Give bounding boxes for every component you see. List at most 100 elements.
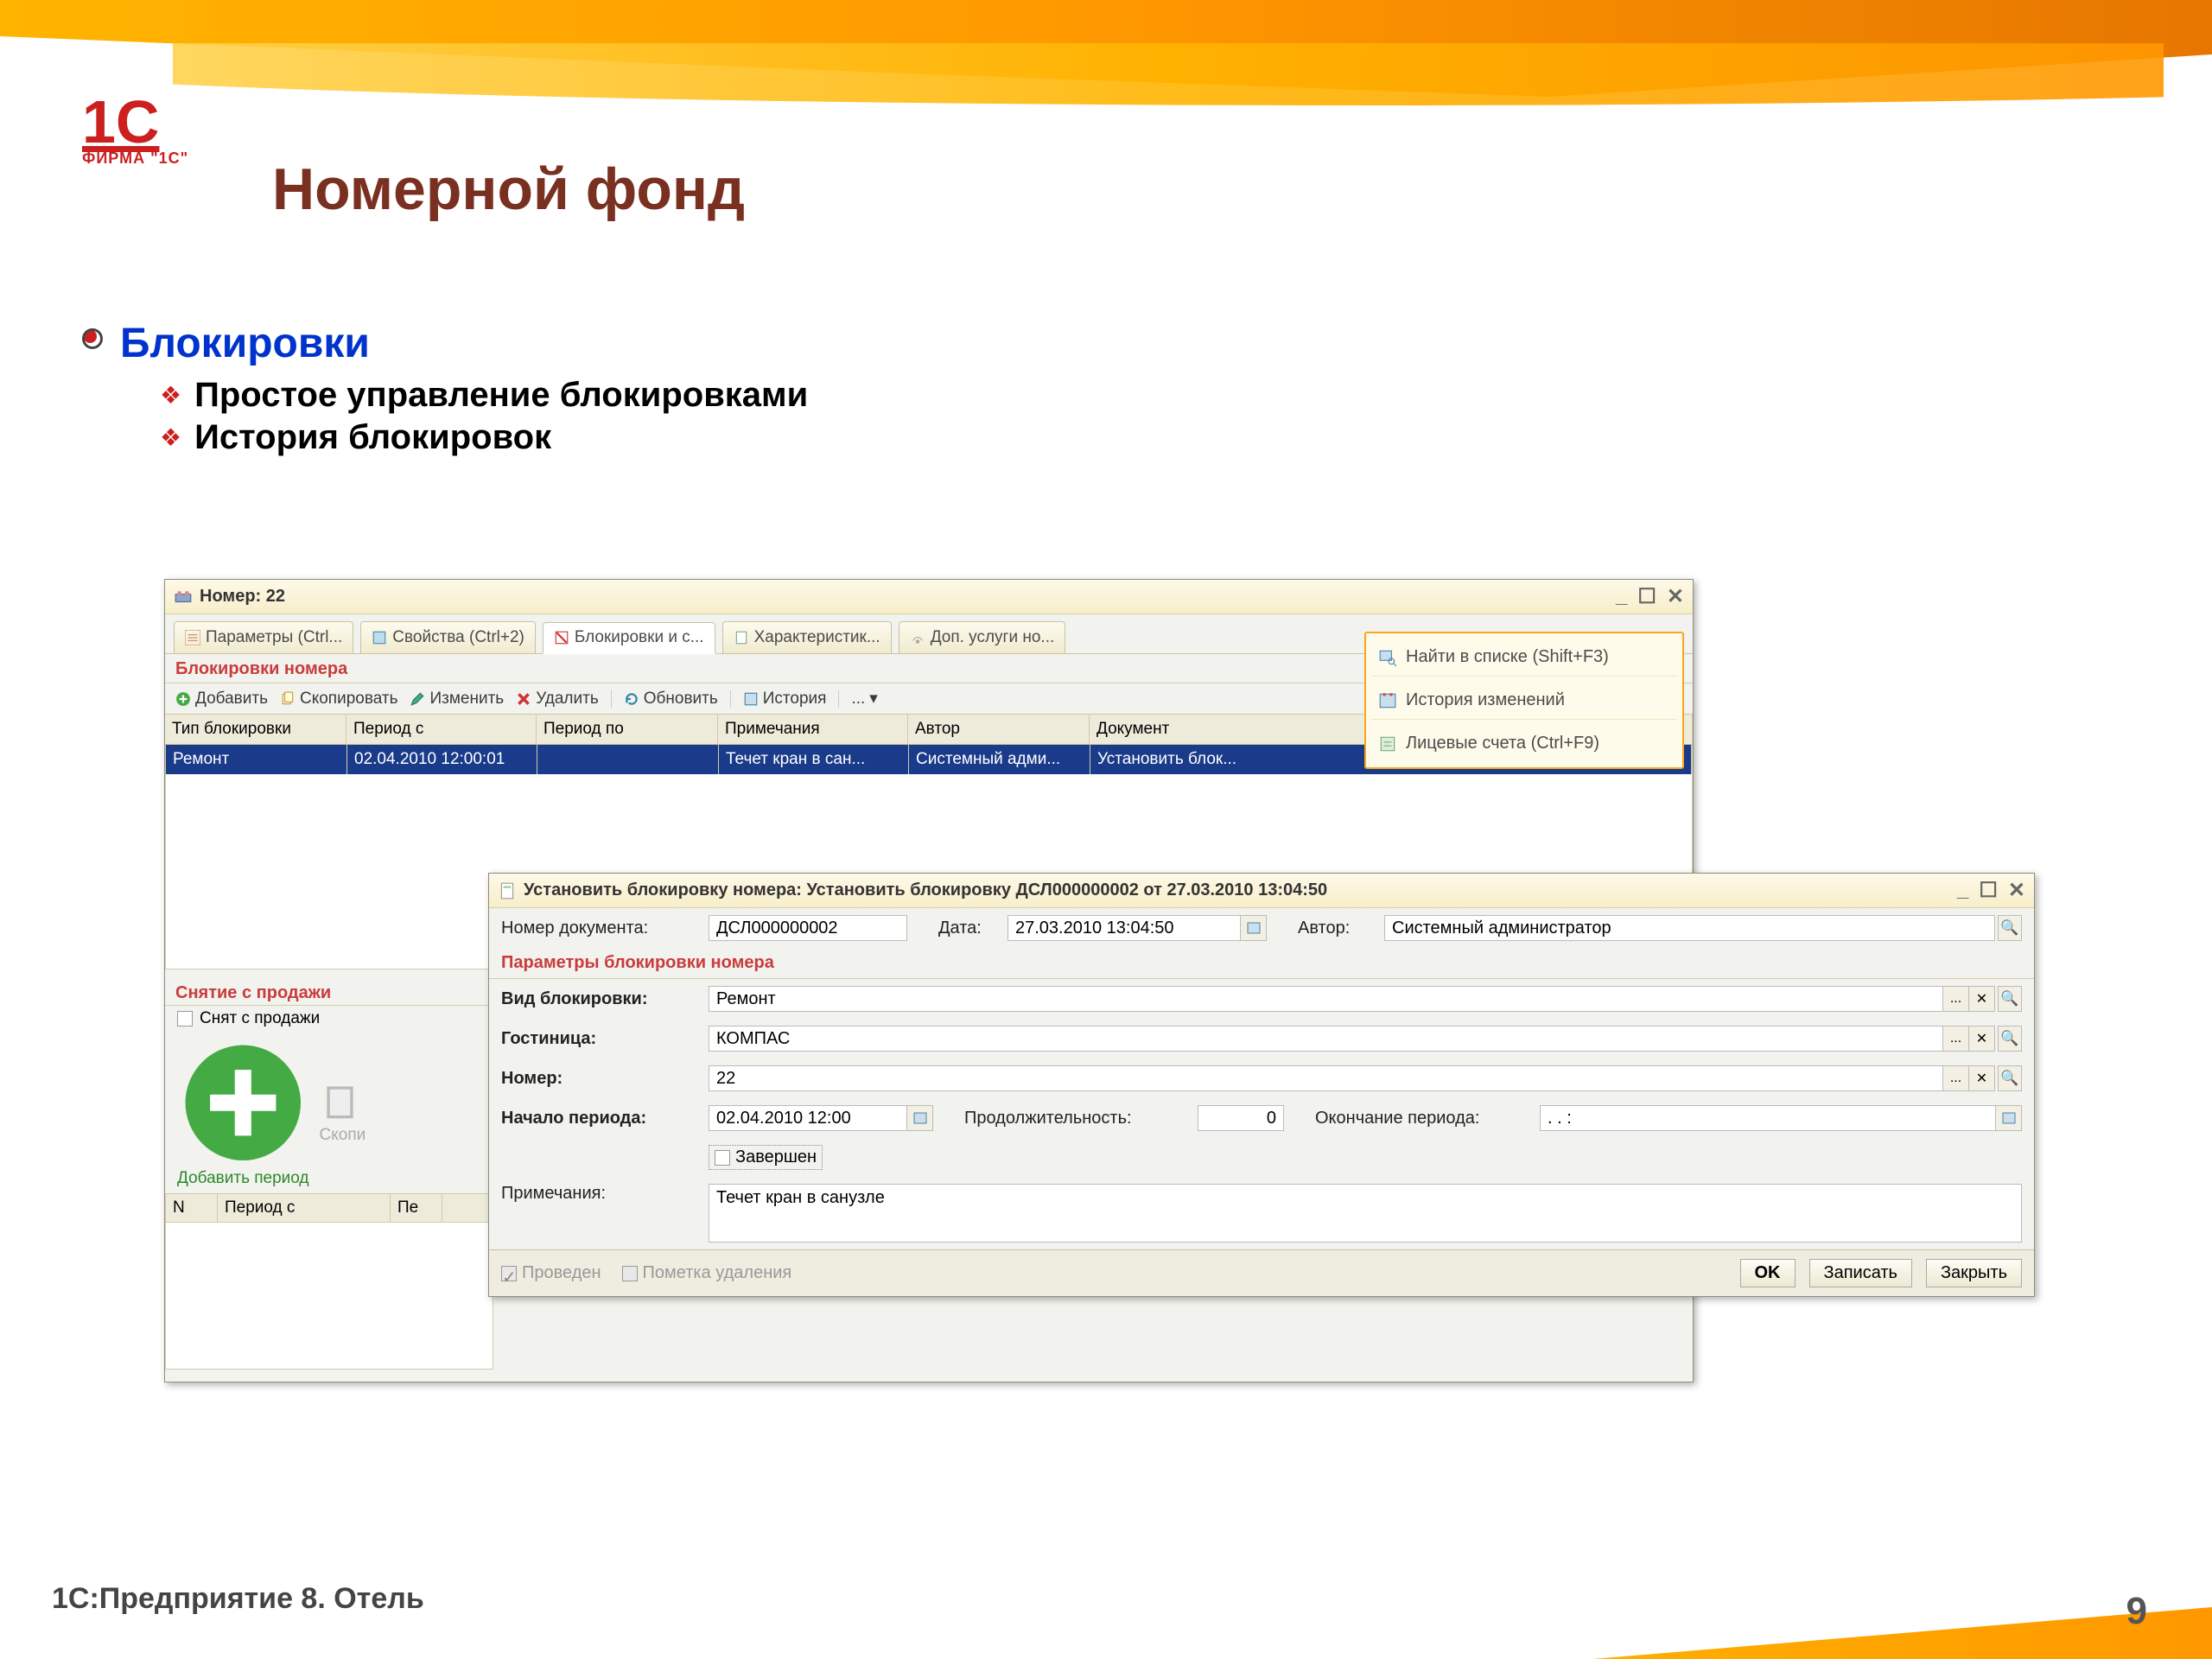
logo-main: 1С <box>82 95 188 149</box>
window-set-block: Установить блокировку номера: Установить… <box>488 873 2035 1297</box>
col-type[interactable]: Тип блокировки <box>165 715 346 744</box>
copy-icon <box>320 1079 366 1126</box>
off-sale-checkbox[interactable] <box>177 1011 193 1027</box>
lookup-button[interactable]: 🔍 <box>1998 1065 2022 1091</box>
page-number: 9 <box>2126 1590 2147 1633</box>
col-notes[interactable]: Примечания <box>718 715 908 744</box>
decor-swoosh-bottom <box>1438 1573 2212 1659</box>
titlebar[interactable]: Номер: 22 _ ☐ ✕ <box>165 580 1693 614</box>
calendar-button[interactable] <box>1241 915 1267 941</box>
notes-label: Примечания: <box>501 1184 700 1204</box>
edit-button[interactable]: Изменить <box>410 690 504 709</box>
col-n[interactable]: N <box>166 1194 218 1222</box>
logo: 1С ФИРМА "1С" <box>82 95 188 168</box>
bullet-l1-text: Блокировки <box>120 320 370 367</box>
col-from[interactable]: Период с <box>218 1194 391 1222</box>
bullet-l1: Блокировки <box>82 320 808 367</box>
tab-char[interactable]: Характеристик... <box>722 621 892 653</box>
row-docnum: Номер документа: ДСЛ000000002 Дата: 27.0… <box>489 908 2034 948</box>
room-icon <box>174 588 193 607</box>
maximize-button[interactable]: ☐ <box>1637 584 1656 609</box>
start-field[interactable]: 02.04.2010 12:00 <box>709 1105 907 1131</box>
close-button[interactable]: ✕ <box>1667 584 1684 609</box>
row-room: Номер: 22...✕🔍 <box>489 1058 2034 1098</box>
tab-props[interactable]: Свойства (Ctrl+2) <box>360 621 536 653</box>
tab-blocks[interactable]: Блокировки и с... <box>543 622 715 654</box>
col-from[interactable]: Период с <box>346 715 537 744</box>
minimize-button[interactable]: _ <box>1957 878 1968 903</box>
clear-button[interactable]: ✕ <box>1969 986 1995 1012</box>
calendar-button[interactable] <box>1996 1105 2022 1131</box>
posted-checkbox-group: ✓ Проведен <box>501 1263 601 1283</box>
clear-button[interactable]: ✕ <box>1969 1065 1995 1091</box>
off-sale-row: Снят с продажи <box>165 1006 493 1032</box>
author-label: Автор: <box>1298 918 1376 938</box>
minimize-button[interactable]: _ <box>1616 584 1627 609</box>
docnum-label: Номер документа: <box>501 918 700 938</box>
select-button[interactable]: ... <box>1943 1065 1969 1091</box>
section-params: Параметры блокировки номера <box>489 948 2034 978</box>
copy-period-button[interactable]: Скопи <box>320 1079 366 1145</box>
dur-field[interactable]: 0 <box>1198 1105 1284 1131</box>
docnum-field[interactable]: ДСЛ000000002 <box>709 915 907 941</box>
small-grid-header: N Период с Пе <box>165 1193 493 1223</box>
date-field[interactable]: 27.03.2010 13:04:50 <box>1007 915 1241 941</box>
decor-swoosh-top2 <box>173 43 2164 147</box>
delete-button[interactable]: Удалить <box>516 690 599 709</box>
posted-label: Проведен <box>522 1263 601 1283</box>
row-done: Завершен <box>489 1138 2034 1177</box>
col-to[interactable]: Пе <box>391 1194 442 1222</box>
titlebar[interactable]: Установить блокировку номера: Установить… <box>489 874 2034 908</box>
end-field[interactable]: . . : <box>1540 1105 1996 1131</box>
calendar-icon <box>1247 921 1261 935</box>
maximize-button[interactable]: ☐ <box>1979 878 1998 903</box>
lookup-button[interactable]: 🔍 <box>1998 986 2022 1012</box>
lookup-button[interactable]: 🔍 <box>1998 1026 2022 1052</box>
close-button[interactable]: Закрыть <box>1926 1259 2022 1287</box>
add-button[interactable]: Добавить <box>175 690 268 709</box>
col-author[interactable]: Автор <box>908 715 1090 744</box>
side-panel: Найти в списке (Shift+F3) История измене… <box>1364 632 1684 769</box>
dur-label: Продолжительность: <box>964 1109 1189 1128</box>
tab-params[interactable]: Параметры (Ctrl... <box>174 621 353 653</box>
history-icon <box>743 691 759 707</box>
history-button[interactable]: История <box>743 690 827 709</box>
hotel-label: Гостиница: <box>501 1029 700 1049</box>
save-button[interactable]: Записать <box>1809 1259 1912 1287</box>
add-period-button[interactable]: Добавить период <box>177 1037 309 1188</box>
author-field[interactable]: Системный администратор <box>1384 915 1995 941</box>
room-field[interactable]: 22 <box>709 1065 1943 1091</box>
refresh-button[interactable]: Обновить <box>624 690 718 709</box>
calendar-icon <box>913 1111 927 1125</box>
calendar-button[interactable] <box>907 1105 933 1131</box>
end-label: Окончание периода: <box>1315 1109 1531 1128</box>
copy-button[interactable]: Скопировать <box>280 690 397 709</box>
done-checkbox[interactable] <box>715 1150 730 1166</box>
small-toolbar: Добавить период Скопи <box>165 1032 493 1193</box>
select-button[interactable]: ... <box>1943 1026 1969 1052</box>
bullet-icon <box>82 328 103 349</box>
type-field[interactable]: Ремонт <box>709 986 1943 1012</box>
select-button[interactable]: ... <box>1943 986 1969 1012</box>
date-label: Дата: <box>938 918 999 938</box>
accounts-link[interactable]: Лицевые счета (Ctrl+F9) <box>1371 725 1677 762</box>
notes-field[interactable]: Течет кран в санузле <box>709 1184 2022 1243</box>
row-notes: Примечания: Течет кран в санузле <box>489 1177 2034 1249</box>
lookup-button[interactable]: 🔍 <box>1998 915 2022 941</box>
ok-button[interactable]: OK <box>1740 1259 1796 1287</box>
history-link[interactable]: История изменений <box>1371 682 1677 720</box>
hotel-field[interactable]: КОМПАС <box>709 1026 1943 1052</box>
col-to[interactable]: Период по <box>537 715 718 744</box>
clear-button[interactable]: ✕ <box>1969 1026 1995 1052</box>
slide: 1С ФИРМА "1С" Номерной фонд Блокировки ❖… <box>0 0 2212 1659</box>
row-type: Вид блокировки: Ремонт...✕🔍 <box>489 979 2034 1019</box>
close-button[interactable]: ✕ <box>2008 878 2025 903</box>
small-grid-body[interactable] <box>165 1223 493 1370</box>
more-button[interactable]: ... ▾ <box>851 689 877 709</box>
footer-bar: ✓ Проведен Пометка удаления OK Записать … <box>489 1249 2034 1296</box>
done-checkbox-group[interactable]: Завершен <box>709 1145 823 1170</box>
tab-services[interactable]: Доп. услуги но... <box>899 621 1066 653</box>
find-in-list-link[interactable]: Найти в списке (Shift+F3) <box>1371 639 1677 677</box>
diamond-icon: ❖ <box>160 381 181 410</box>
delmark-label: Пометка удаления <box>643 1263 792 1283</box>
